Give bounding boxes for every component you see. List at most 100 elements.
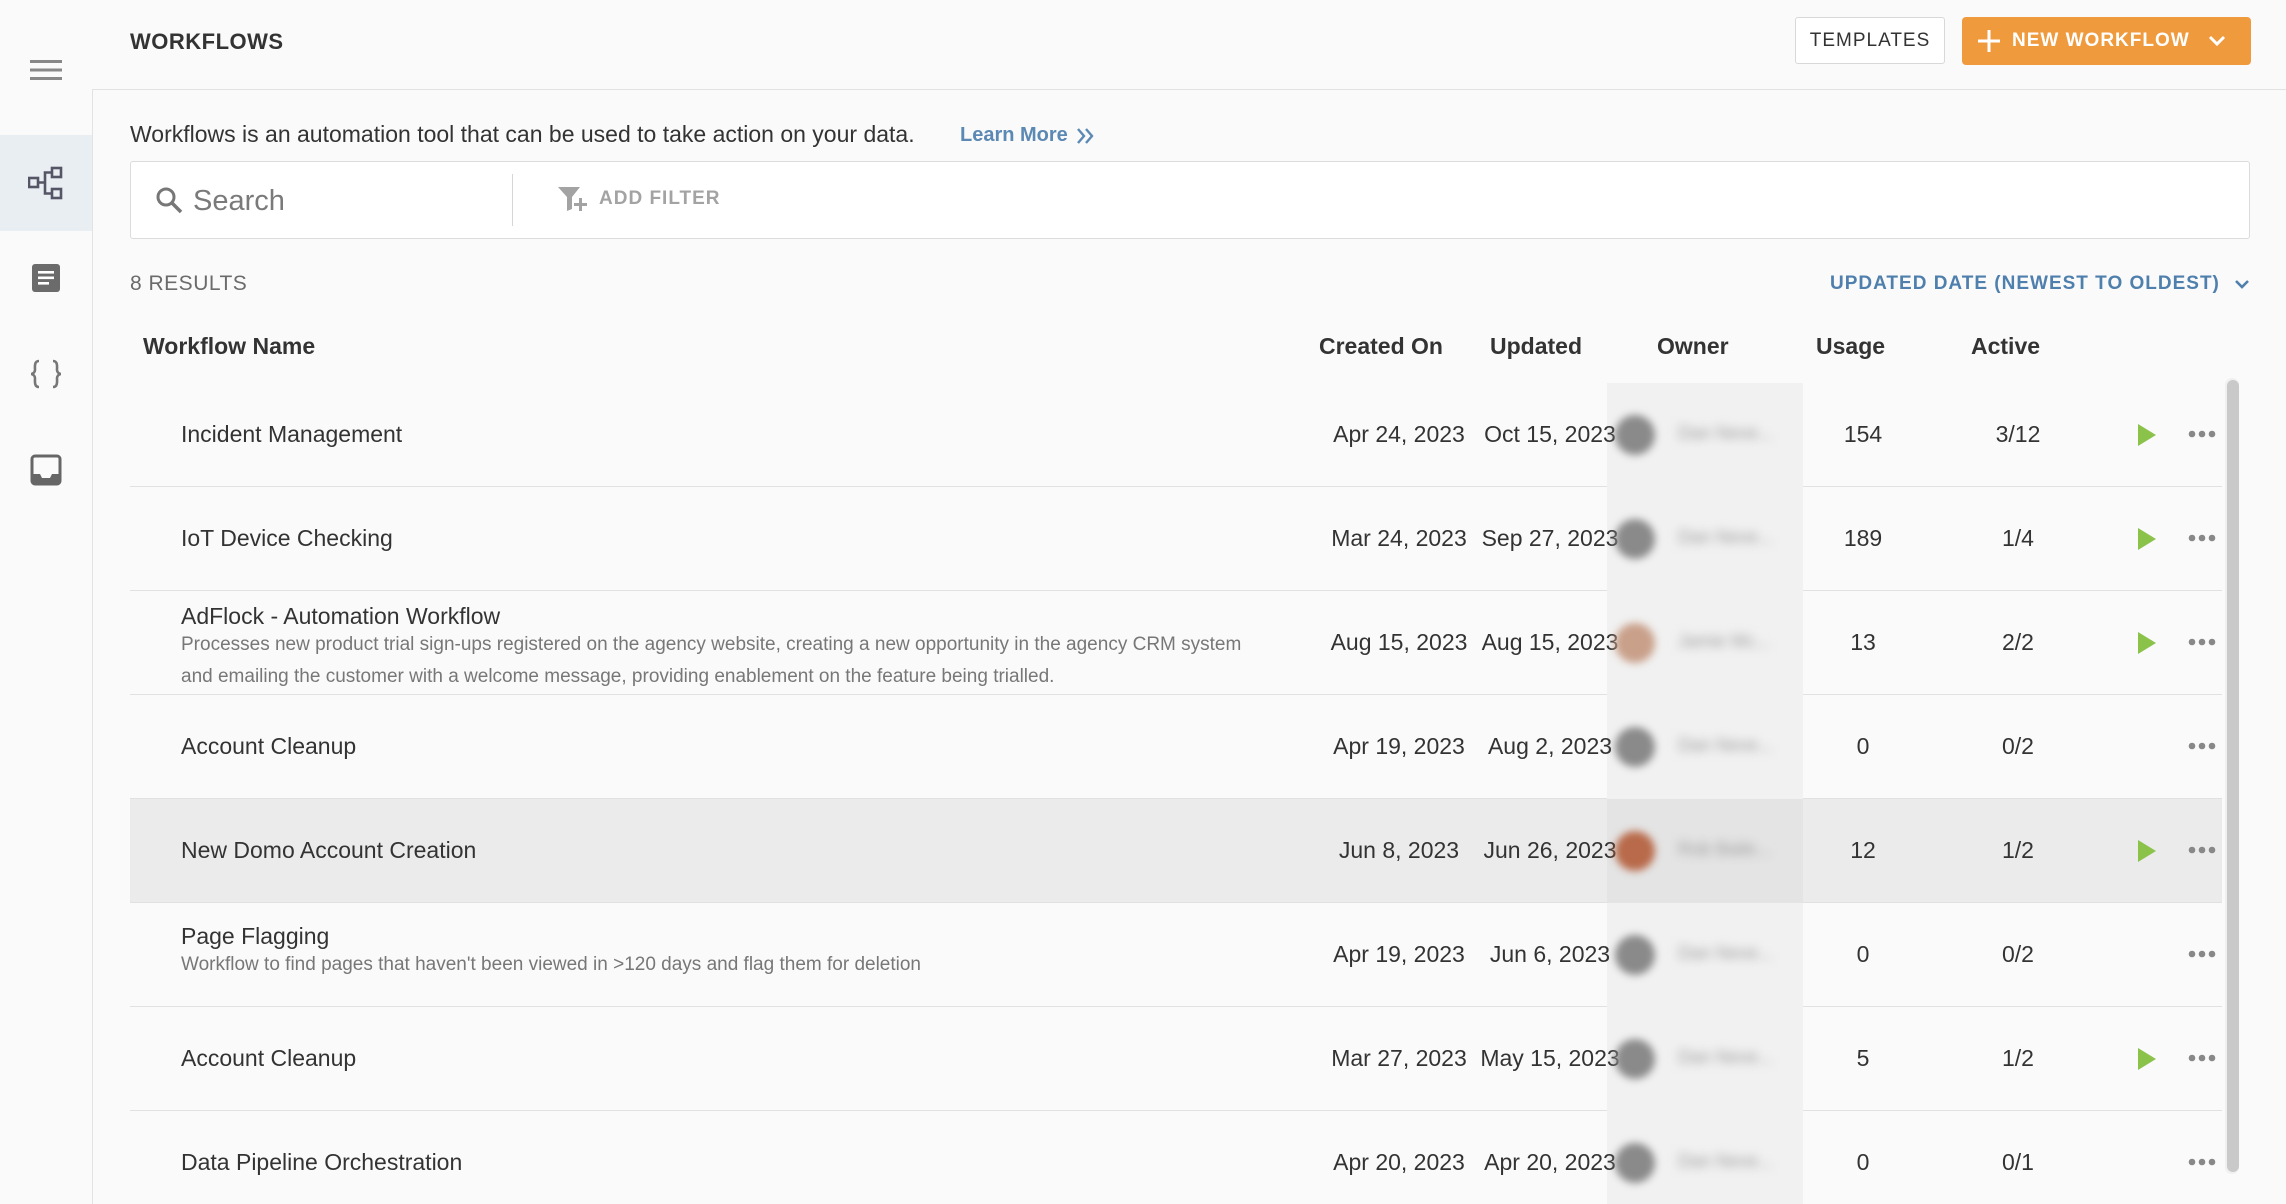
more-options-icon[interactable] xyxy=(2188,638,2216,646)
scrollbar-thumb[interactable] xyxy=(2227,380,2239,1172)
active-count: 2/2 xyxy=(2002,629,2034,655)
column-header-usage[interactable]: Usage xyxy=(1816,333,1885,360)
add-filter-label: ADD FILTER xyxy=(599,188,721,209)
search-input[interactable] xyxy=(191,180,495,222)
owner-name: Dan Neve... xyxy=(1678,527,1774,547)
workflow-name[interactable]: New Domo Account Creation xyxy=(181,837,476,864)
avatar xyxy=(1615,935,1655,975)
avatar xyxy=(1615,623,1655,663)
table-row[interactable]: AdFlock - Automation Workflow Processes n… xyxy=(130,591,2222,695)
avatar xyxy=(1615,1039,1655,1079)
search-icon xyxy=(156,187,183,214)
table-row[interactable]: Incident Management Apr 24, 2023 Oct 15, 2… xyxy=(130,383,2222,487)
sort-dropdown[interactable]: UPDATED DATE (NEWEST TO OLDEST) xyxy=(1830,273,2250,295)
created-date: Apr 19, 2023 xyxy=(1333,941,1465,967)
active-count: 0/2 xyxy=(2002,733,2034,759)
workflow-name[interactable]: AdFlock - Automation Workflow xyxy=(181,603,500,630)
updated-date: Sep 27, 2023 xyxy=(1481,525,1619,551)
play-icon[interactable] xyxy=(2137,423,2157,447)
learn-more-link[interactable]: Learn More xyxy=(960,124,1096,147)
column-header-name[interactable]: Workflow Name xyxy=(143,333,315,360)
workflow-description: Processes new product trial sign-ups reg… xyxy=(181,634,1242,687)
avatar xyxy=(1615,1143,1655,1183)
active-count: 3/12 xyxy=(1995,421,2041,447)
more-options-icon[interactable] xyxy=(2188,1158,2216,1166)
templates-button[interactable]: TEMPLATES xyxy=(1795,17,1945,64)
usage-count: 189 xyxy=(1843,525,1883,551)
code-braces-icon xyxy=(30,359,62,389)
workflow-name[interactable]: Account Cleanup xyxy=(181,733,356,760)
usage-count: 13 xyxy=(1850,629,1876,655)
workflow-name[interactable]: IoT Device Checking xyxy=(181,525,393,552)
double-chevron-right-icon xyxy=(1076,127,1094,144)
active-count: 0/2 xyxy=(2002,941,2034,967)
menu-icon xyxy=(30,60,62,80)
sidebar-item-documents[interactable] xyxy=(0,230,92,326)
filter-add-icon xyxy=(558,187,587,211)
active-count: 0/1 xyxy=(2002,1149,2034,1175)
sort-label: UPDATED DATE (NEWEST TO OLDEST) xyxy=(1830,273,2220,294)
column-header-updated[interactable]: Updated xyxy=(1490,333,1582,360)
more-options-icon[interactable] xyxy=(2188,1054,2216,1062)
updated-date: Jun 6, 2023 xyxy=(1489,941,1611,967)
play-icon[interactable] xyxy=(2137,631,2157,655)
table-row[interactable]: Data Pipeline Orchestration Apr 20, 2023 A… xyxy=(130,1111,2222,1204)
more-options-icon[interactable] xyxy=(2188,742,2216,750)
learn-more-label: Learn More xyxy=(960,124,1068,146)
sidebar-menu-button[interactable] xyxy=(0,22,92,118)
plus-icon xyxy=(1978,30,2000,52)
usage-count: 0 xyxy=(1856,1149,1870,1175)
avatar xyxy=(1615,415,1655,455)
table-row[interactable]: New Domo Account Creation Jun 8, 2023 Jun … xyxy=(130,799,2222,903)
sidebar-item-inbox[interactable] xyxy=(0,422,92,518)
more-options-icon[interactable] xyxy=(2188,534,2216,542)
created-date: Aug 15, 2023 xyxy=(1330,629,1468,655)
table-row[interactable]: IoT Device Checking Mar 24, 2023 Sep 27, 2… xyxy=(130,487,2222,591)
inbox-icon xyxy=(30,454,62,486)
more-options-icon[interactable] xyxy=(2188,430,2216,438)
workflow-name[interactable]: Data Pipeline Orchestration xyxy=(181,1149,462,1176)
more-options-icon[interactable] xyxy=(2188,950,2216,958)
created-date: Apr 24, 2023 xyxy=(1333,421,1465,447)
created-date: Mar 24, 2023 xyxy=(1331,525,1467,551)
sidebar-item-code[interactable] xyxy=(0,326,92,422)
avatar xyxy=(1615,831,1655,871)
new-workflow-button[interactable]: NEW WORKFLOW xyxy=(1962,17,2251,65)
results-count: 8 RESULTS xyxy=(130,272,248,295)
usage-count: 5 xyxy=(1856,1045,1870,1071)
active-count: 1/2 xyxy=(2002,1045,2034,1071)
sidebar-item-workflows[interactable] xyxy=(0,135,92,231)
chevron-down-icon[interactable] xyxy=(2208,35,2226,47)
table-row[interactable]: Page Flagging Workflow to find pages that… xyxy=(130,903,2222,1007)
workflow-description: Workflow to find pages that haven't been… xyxy=(181,954,921,975)
owner-name: Dan Neve... xyxy=(1678,735,1774,755)
usage-count: 0 xyxy=(1856,733,1870,759)
search-filter-bar: ADD FILTER xyxy=(130,161,2250,239)
workflow-name[interactable]: Account Cleanup xyxy=(181,1045,356,1072)
add-filter-button[interactable]: ADD FILTER xyxy=(557,185,721,213)
owner-name: Dan Neve... xyxy=(1678,1151,1774,1171)
play-icon[interactable] xyxy=(2137,527,2157,551)
play-icon[interactable] xyxy=(2137,839,2157,863)
workflow-name[interactable]: Page Flagging xyxy=(181,923,329,950)
updated-date: Oct 15, 2023 xyxy=(1484,421,1616,447)
owner-name: Dan Neve... xyxy=(1678,1047,1774,1067)
created-date: Mar 27, 2023 xyxy=(1331,1045,1467,1071)
updated-date: Apr 20, 2023 xyxy=(1484,1149,1616,1175)
usage-count: 0 xyxy=(1856,941,1870,967)
page-header: WORKFLOWS TEMPLATES NEW WORKFLOW xyxy=(92,0,2286,90)
column-header-active[interactable]: Active xyxy=(1971,333,2040,360)
workflow-name[interactable]: Incident Management xyxy=(181,421,402,448)
play-icon[interactable] xyxy=(2137,1047,2157,1071)
avatar xyxy=(1615,727,1655,767)
created-date: Jun 8, 2023 xyxy=(1338,837,1460,863)
updated-date: May 15, 2023 xyxy=(1480,1045,1620,1071)
column-header-owner[interactable]: Owner xyxy=(1657,333,1729,360)
search-divider xyxy=(512,174,513,226)
table-row[interactable]: Account Cleanup Apr 19, 2023 Aug 2, 2023 Da… xyxy=(130,695,2222,799)
table-row[interactable]: Account Cleanup Mar 27, 2023 May 15, 2023 D… xyxy=(130,1007,2222,1111)
updated-date: Aug 15, 2023 xyxy=(1481,629,1619,655)
column-header-created[interactable]: Created On xyxy=(1319,333,1443,360)
more-options-icon[interactable] xyxy=(2188,846,2216,854)
sidebar xyxy=(0,0,93,1204)
